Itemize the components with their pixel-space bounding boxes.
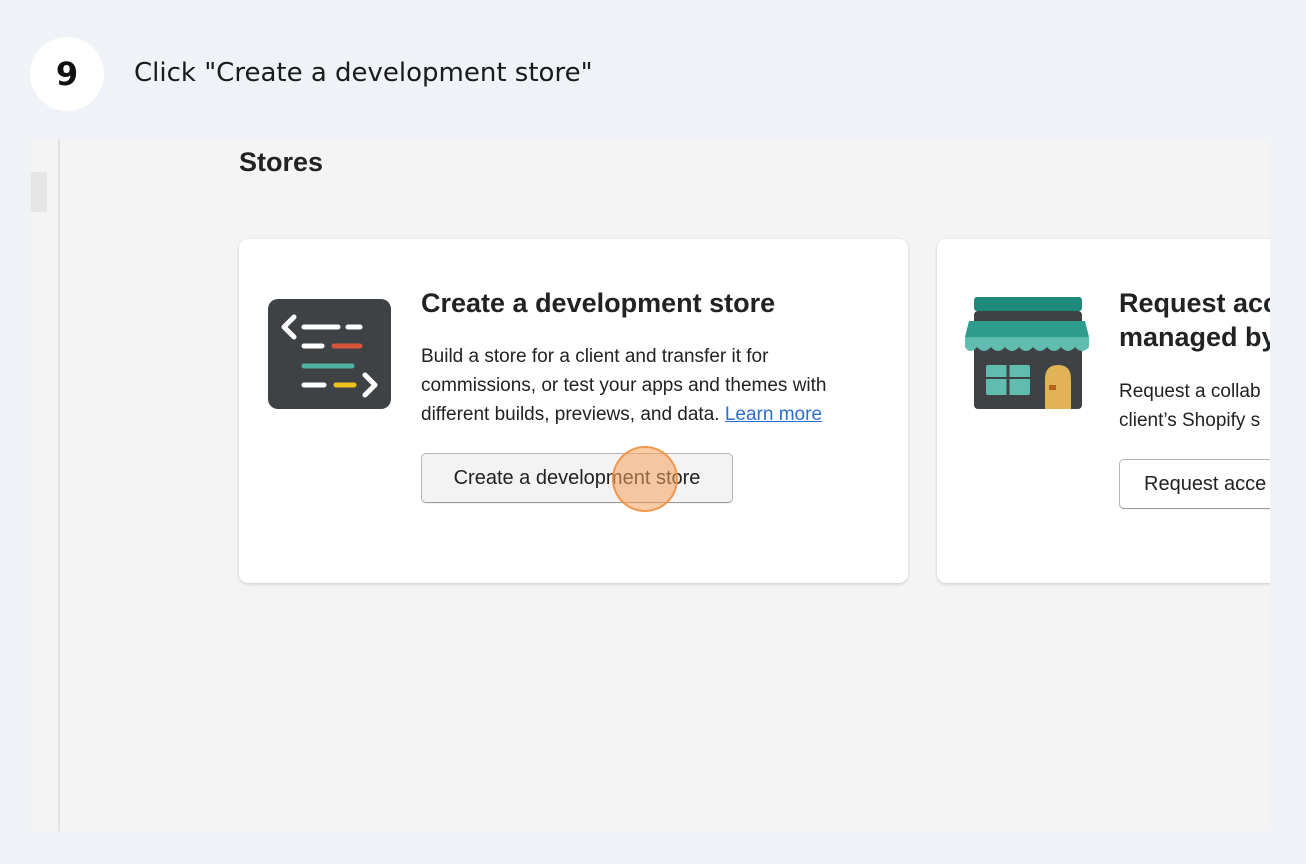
request-access-button[interactable]: Request acce — [1119, 459, 1270, 509]
step-number: 9 — [55, 55, 79, 93]
screenshot-frame: Stores Create a development store Build … — [31, 139, 1270, 831]
sidebar-collapsed-tab[interactable] — [31, 172, 47, 212]
card-description-line: client’s Shopify s — [1119, 410, 1261, 431]
card-title: Create a development store — [421, 288, 776, 318]
storefront-icon — [965, 297, 1089, 409]
step-number-badge: 9 — [30, 37, 104, 111]
card-description: Request a collab client’s Shopify s — [1119, 377, 1270, 435]
card-title-line: managed by — [1119, 322, 1270, 352]
card-title: Request acc managed by — [1119, 286, 1270, 354]
request-access-card: Request acc managed by Request a collab … — [937, 239, 1270, 583]
card-title-line: Request acc — [1119, 288, 1270, 318]
step-instruction: Click "Create a development store" — [134, 58, 593, 88]
card-description: Build a store for a client and transfer … — [421, 342, 881, 429]
code-editor-icon — [268, 299, 391, 409]
card-description-line: Request a collab — [1119, 381, 1261, 402]
page-title: Stores — [239, 147, 324, 177]
create-development-store-button[interactable]: Create a development store — [421, 453, 733, 503]
create-development-store-card: Create a development store Build a store… — [239, 239, 908, 583]
click-highlight-indicator — [612, 446, 678, 512]
sidebar-divider — [58, 139, 60, 831]
learn-more-link[interactable]: Learn more — [725, 404, 822, 425]
